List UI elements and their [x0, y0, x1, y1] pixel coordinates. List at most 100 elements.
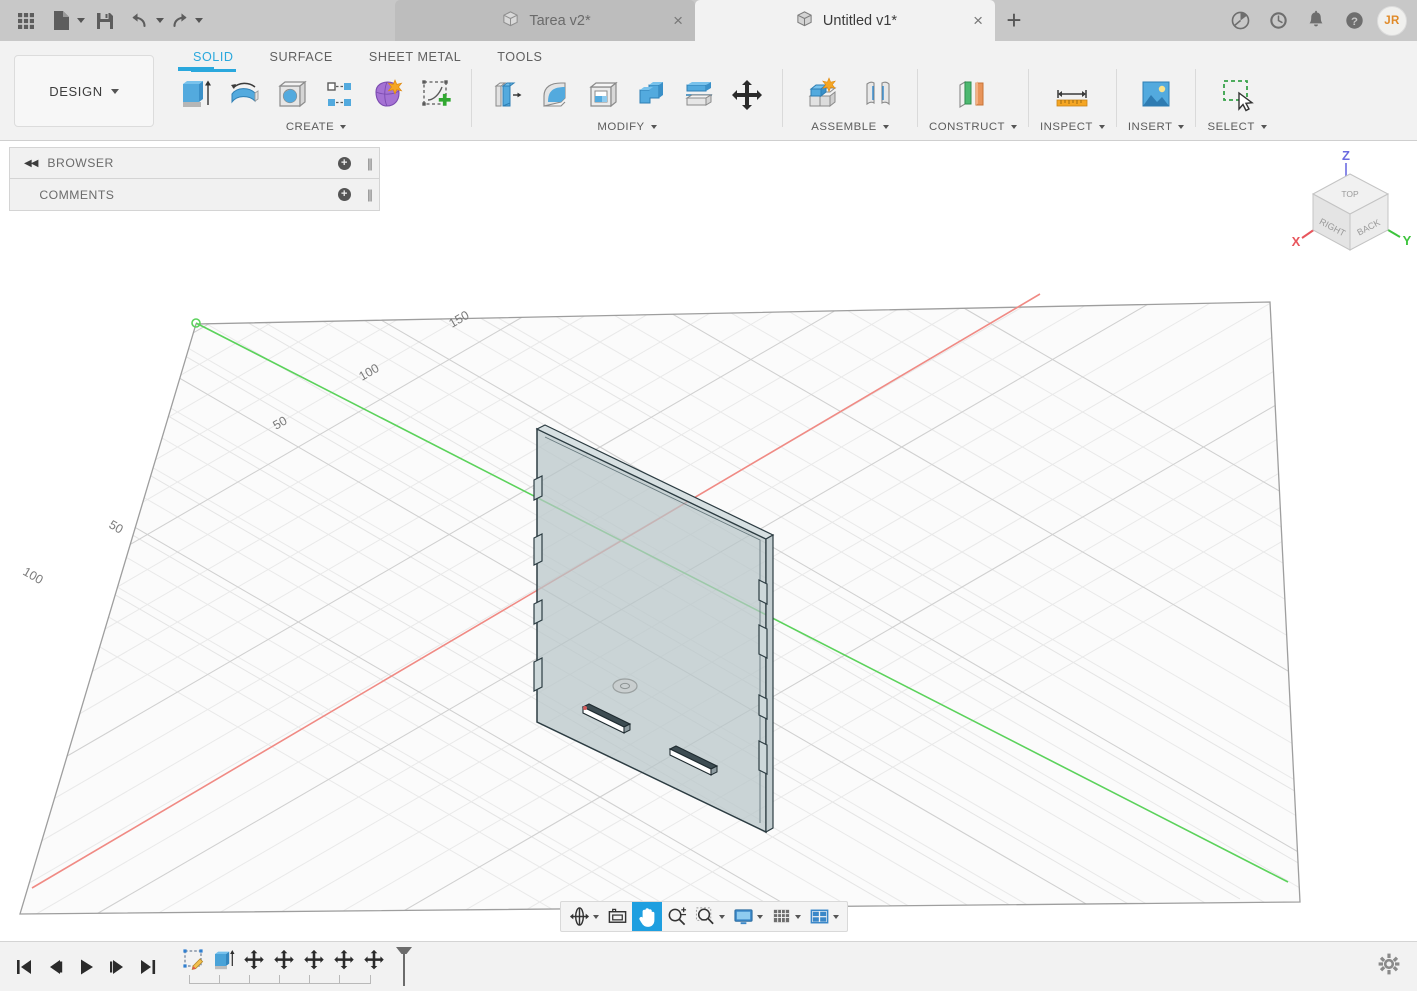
split-body-icon[interactable]: [675, 69, 723, 121]
cube-icon: [501, 10, 520, 32]
timeline-move-feature-1[interactable]: [239, 945, 269, 975]
timeline-bar: [0, 941, 1417, 991]
help-icon[interactable]: ?: [1337, 0, 1371, 41]
new-tab-button[interactable]: +: [995, 0, 1033, 41]
pan-icon[interactable]: [632, 902, 662, 931]
redo-button[interactable]: [164, 0, 203, 41]
new-component-icon[interactable]: [794, 69, 850, 121]
close-icon[interactable]: ×: [673, 12, 683, 29]
create-sketch-icon[interactable]: [412, 69, 460, 121]
ribbon-group-label[interactable]: CONSTRUCT: [929, 121, 1018, 133]
view-cube-face-top: TOP: [1341, 189, 1359, 199]
workspace-label: DESIGN: [49, 83, 103, 99]
comments-panel-label: COMMENTS: [39, 187, 115, 202]
origin-point[interactable]: [612, 678, 638, 694]
bell-icon[interactable]: [1299, 0, 1333, 41]
display-settings-icon[interactable]: [729, 902, 767, 931]
chevron-down-icon[interactable]: [719, 914, 725, 919]
cube-icon: [795, 10, 814, 32]
timeline-end-marker[interactable]: [393, 945, 415, 991]
app-grid-icon[interactable]: [6, 0, 46, 41]
collapse-left-icon[interactable]: ◀◀: [24, 158, 38, 169]
ribbon-group-modify: MODIFY: [476, 69, 778, 139]
viewport-canvas[interactable]: 150 100 50 50 100 Z X Y TOP RIGHT BACK: [0, 142, 1417, 940]
orbit-icon[interactable]: [565, 902, 603, 931]
grid-snaps-icon[interactable]: [767, 902, 805, 931]
insert-image-icon[interactable]: [1128, 69, 1184, 121]
ribbon-group-select: SELECT: [1200, 69, 1273, 139]
avatar[interactable]: JR: [1375, 0, 1409, 41]
close-icon[interactable]: ×: [973, 12, 983, 29]
ribbon-group-label[interactable]: SELECT: [1207, 121, 1267, 133]
comments-expand-icon[interactable]: +: [338, 188, 351, 201]
timeline-settings-icon[interactable]: [1377, 952, 1401, 981]
joint-icon[interactable]: [850, 69, 906, 121]
ribbon-group-label[interactable]: CREATE: [286, 121, 347, 133]
view-cube[interactable]: Z X Y TOP RIGHT BACK: [1288, 147, 1413, 262]
fillet-icon[interactable]: [531, 69, 579, 121]
timeline-sketch-feature[interactable]: [179, 945, 209, 975]
chevron-down-icon[interactable]: [795, 914, 801, 919]
data-panel-icon[interactable]: [1223, 0, 1257, 41]
move-copy-icon[interactable]: [723, 69, 771, 121]
timeline-move-feature-3[interactable]: [299, 945, 329, 975]
form-icon[interactable]: [364, 69, 412, 121]
viewports-icon[interactable]: [805, 902, 843, 931]
timeline-move-feature-4[interactable]: [329, 945, 359, 975]
browser-panel-header[interactable]: ◀◀ BROWSER + |||: [9, 147, 380, 179]
zoom-window-icon[interactable]: [691, 902, 729, 931]
tab-surface[interactable]: SURFACE: [252, 43, 351, 72]
undo-button[interactable]: [125, 0, 164, 41]
ribbon-divider: [1195, 69, 1197, 127]
document-tab-untitled[interactable]: Untitled v1* ×: [695, 0, 995, 41]
chevron-down-icon[interactable]: [757, 914, 763, 919]
timeline-move-feature-5[interactable]: [359, 945, 389, 975]
browser-grip-icon[interactable]: |||: [367, 156, 373, 171]
workspace-selector[interactable]: DESIGN: [14, 55, 154, 127]
ribbon-group-label[interactable]: ASSEMBLE: [811, 121, 889, 133]
step-back-button[interactable]: [39, 949, 70, 985]
chevron-down-icon[interactable]: [593, 914, 599, 919]
save-icon[interactable]: [85, 0, 125, 41]
press-pull-icon[interactable]: [483, 69, 531, 121]
revolve-icon[interactable]: [220, 69, 268, 121]
zoom-icon[interactable]: [662, 902, 691, 931]
rectangular-pattern-icon[interactable]: [316, 69, 364, 121]
measure-icon[interactable]: [1044, 69, 1100, 121]
document-tab-tarea[interactable]: Tarea v2* ×: [395, 0, 695, 41]
chevron-down-icon: [650, 125, 657, 129]
offset-plane-icon[interactable]: [945, 69, 1001, 121]
history-clock-icon[interactable]: [1261, 0, 1295, 41]
play-button[interactable]: [70, 949, 101, 985]
ribbon-group-label[interactable]: INSERT: [1128, 121, 1185, 133]
ribbon-group-create: CREATE: [165, 67, 467, 139]
chevron-down-icon[interactable]: [833, 914, 839, 919]
browser-expand-icon[interactable]: +: [338, 156, 351, 170]
select-window-icon[interactable]: [1209, 69, 1265, 121]
shell-icon[interactable]: [579, 69, 627, 121]
step-forward-button[interactable]: [101, 949, 132, 985]
comments-spacer: [24, 189, 29, 200]
quick-access-toolbar: [0, 0, 203, 41]
timeline-move-feature-2[interactable]: [269, 945, 299, 975]
plate-right-edge: [765, 533, 774, 834]
skip-to-start-button[interactable]: [8, 949, 39, 985]
tab-tools[interactable]: TOOLS: [479, 43, 560, 72]
ribbon-group-label[interactable]: INSPECT: [1040, 121, 1105, 133]
look-at-icon[interactable]: [603, 902, 632, 931]
comments-panel-header[interactable]: COMMENTS + |||: [9, 179, 380, 211]
ribbon-group-insert: INSERT: [1121, 69, 1192, 139]
tab-sheet-metal[interactable]: SHEET METAL: [351, 43, 479, 72]
file-menu-button[interactable]: [46, 0, 85, 41]
extrude-icon[interactable]: [172, 67, 220, 121]
navigation-bar: [560, 901, 848, 932]
ribbon-group-label[interactable]: MODIFY: [597, 121, 657, 133]
comments-grip-icon[interactable]: |||: [367, 187, 373, 202]
document-tab-label: Tarea v2*: [529, 12, 591, 29]
ribbon-divider: [1115, 69, 1117, 127]
skip-to-end-button[interactable]: [132, 949, 163, 985]
hole-icon[interactable]: [268, 69, 316, 121]
timeline-extrude-feature[interactable]: [209, 945, 239, 975]
combine-icon[interactable]: [627, 69, 675, 121]
ribbon: SOLID SURFACE SHEET METAL TOOLS DESIGN C…: [0, 41, 1417, 141]
